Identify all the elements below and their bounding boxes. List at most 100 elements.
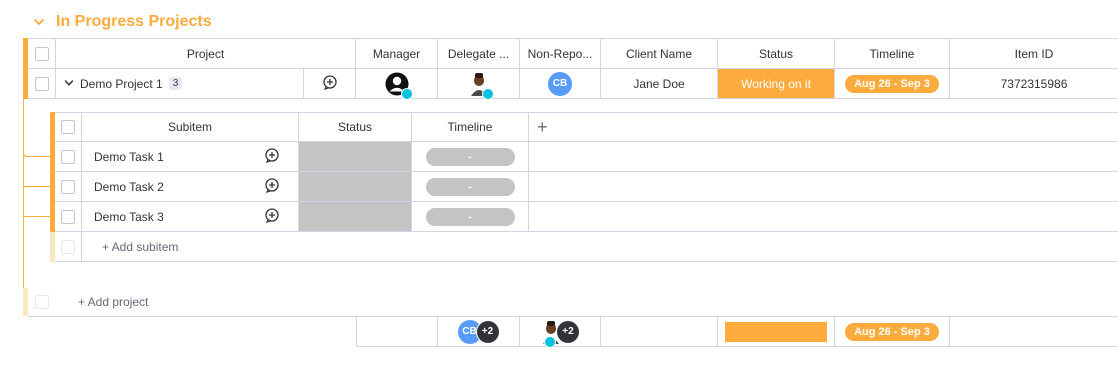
item-id-cell[interactable]: 7372315986 xyxy=(950,69,1118,99)
non-report-cell[interactable]: CB xyxy=(520,69,601,99)
subitem-timeline-cell[interactable]: - xyxy=(412,202,529,232)
add-update-icon[interactable] xyxy=(264,177,280,196)
subitem-add-update-cell[interactable] xyxy=(246,142,299,172)
add-update-cell[interactable] xyxy=(303,69,356,99)
add-update-icon[interactable] xyxy=(264,207,280,226)
subitem-count-badge[interactable]: 3 xyxy=(168,77,183,90)
subitem-connector xyxy=(23,99,50,157)
add-project-cell[interactable]: + Add project xyxy=(56,288,1118,317)
manager-cell[interactable] xyxy=(356,69,438,100)
select-all-checkbox[interactable] xyxy=(34,46,49,61)
summary-non-report-cell[interactable]: +2 xyxy=(520,317,601,348)
add-subitem-checkbox-placeholder xyxy=(61,239,75,254)
subitem-row[interactable]: Demo Task 3 - xyxy=(55,202,1118,232)
subitem-timeline-pill[interactable]: - xyxy=(425,207,515,226)
subitem-empty-cell xyxy=(529,172,1118,202)
subitem-row[interactable]: Demo Task 1 - xyxy=(55,142,1118,172)
subitem-status-cell[interactable] xyxy=(299,142,412,172)
add-update-icon[interactable] xyxy=(264,147,280,166)
subitem-select-cell[interactable] xyxy=(55,142,82,172)
subitem-row[interactable]: Demo Task 2 - xyxy=(55,172,1118,202)
subitem-column-header-name[interactable]: Subitem xyxy=(82,113,299,142)
chevron-down-icon[interactable] xyxy=(32,15,46,29)
add-update-icon[interactable] xyxy=(322,74,338,93)
subitem-status-cell[interactable] xyxy=(299,202,412,232)
subitem-connector xyxy=(23,187,50,217)
subitem-select-cell[interactable] xyxy=(55,202,82,232)
delegate-avatar[interactable] xyxy=(468,72,494,100)
subitem-checkbox[interactable] xyxy=(61,149,75,164)
expand-chevron-icon[interactable] xyxy=(64,77,74,91)
summary-client-cell xyxy=(601,317,718,347)
add-project-link[interactable]: + Add project xyxy=(78,295,148,309)
summary-delegate-cell[interactable]: CB +2 xyxy=(438,317,520,347)
add-subitem-cell[interactable]: + Add subitem xyxy=(82,232,1118,262)
subitem-select-all-cell[interactable] xyxy=(55,113,82,142)
subitem-status-cell[interactable] xyxy=(299,172,412,202)
manager-avatar[interactable] xyxy=(385,72,413,100)
subitem-timeline-cell[interactable]: - xyxy=(412,172,529,202)
subitem-add-update-cell[interactable] xyxy=(246,172,299,202)
subitem-empty-cell xyxy=(529,202,1118,232)
timeline-pill[interactable]: Aug 26 - Sep 3 xyxy=(845,74,939,93)
summary-status-bar[interactable] xyxy=(725,321,827,342)
column-header-project[interactable]: Project xyxy=(56,39,356,69)
row-checkbox[interactable] xyxy=(34,76,49,91)
summary-non-report-avatar[interactable] xyxy=(540,320,562,348)
summary-item-id-cell xyxy=(950,317,1118,347)
subitem-checkbox[interactable] xyxy=(61,209,75,224)
table-row[interactable]: Demo Project 1 3 CB Jane Doe Working on … xyxy=(28,69,1118,100)
summary-timeline-cell[interactable]: Aug 26 - Sep 3 xyxy=(835,317,950,347)
subitem-timeline-pill[interactable]: - xyxy=(425,177,515,196)
column-header-manager[interactable]: Manager xyxy=(356,39,438,69)
group-summary-row: CB +2 +2 Aug 26 - Sep 3 xyxy=(356,316,1118,348)
subitem-column-header-status[interactable]: Status xyxy=(299,113,412,142)
non-report-avatar[interactable]: CB xyxy=(548,71,572,96)
column-header-non-report[interactable]: Non-Repo... xyxy=(520,39,601,69)
delegate-cell[interactable] xyxy=(438,69,520,100)
summary-timeline-pill[interactable]: Aug 26 - Sep 3 xyxy=(845,322,939,341)
add-project-select-cell xyxy=(28,288,56,317)
subitem-empty-cell xyxy=(529,142,1118,172)
group-header[interactable]: In Progress Projects xyxy=(32,10,212,34)
group-title[interactable]: In Progress Projects xyxy=(56,13,212,31)
summary-delegate-more[interactable]: +2 xyxy=(475,319,500,344)
add-subitem-select-cell xyxy=(55,232,82,262)
subitem-timeline-pill[interactable]: - xyxy=(425,147,515,166)
row-select-cell[interactable] xyxy=(28,69,56,99)
subitem-connector xyxy=(23,157,50,187)
column-header-client-name[interactable]: Client Name xyxy=(601,39,718,69)
summary-status-cell[interactable] xyxy=(718,317,835,347)
table-header: Project Manager Delegate ... Non-Repo...… xyxy=(28,38,1118,69)
subitem-name[interactable]: Demo Task 2 xyxy=(82,172,246,202)
add-subitem-row[interactable]: + Add subitem xyxy=(55,232,1118,262)
subitem-table-header: Subitem Status Timeline + xyxy=(55,112,1118,142)
add-column-cell[interactable]: + xyxy=(529,113,1118,142)
subitem-checkbox[interactable] xyxy=(61,179,75,194)
client-name-cell[interactable]: Jane Doe xyxy=(601,69,718,99)
select-all-cell[interactable] xyxy=(28,39,56,69)
status-cell[interactable]: Working on it xyxy=(718,69,835,99)
watcher-eye-icon xyxy=(544,335,556,348)
column-header-timeline[interactable]: Timeline xyxy=(835,39,950,69)
item-name-cell[interactable]: Demo Project 1 3 xyxy=(56,69,303,99)
subitem-select-cell[interactable] xyxy=(55,172,82,202)
item-name[interactable]: Demo Project 1 xyxy=(80,77,163,91)
add-project-row[interactable]: + Add project xyxy=(28,288,1118,317)
column-header-status[interactable]: Status xyxy=(718,39,835,69)
subitem-select-all-checkbox[interactable] xyxy=(61,120,75,134)
column-header-delegate[interactable]: Delegate ... xyxy=(438,39,520,69)
subitem-column-header-timeline[interactable]: Timeline xyxy=(412,113,529,142)
watcher-eye-icon xyxy=(481,87,494,100)
add-project-checkbox-placeholder xyxy=(35,295,49,309)
add-column-plus-icon[interactable]: + xyxy=(537,117,548,138)
subitem-timeline-cell[interactable]: - xyxy=(412,142,529,172)
subitem-name[interactable]: Demo Task 3 xyxy=(82,202,246,232)
summary-manager-cell xyxy=(356,317,438,347)
timeline-cell[interactable]: Aug 26 - Sep 3 xyxy=(835,69,950,99)
column-header-item-id[interactable]: Item ID xyxy=(950,39,1118,69)
subitem-add-update-cell[interactable] xyxy=(246,202,299,232)
watcher-eye-icon xyxy=(400,87,413,100)
subitem-name[interactable]: Demo Task 1 xyxy=(82,142,246,172)
add-subitem-link[interactable]: + Add subitem xyxy=(102,240,178,254)
